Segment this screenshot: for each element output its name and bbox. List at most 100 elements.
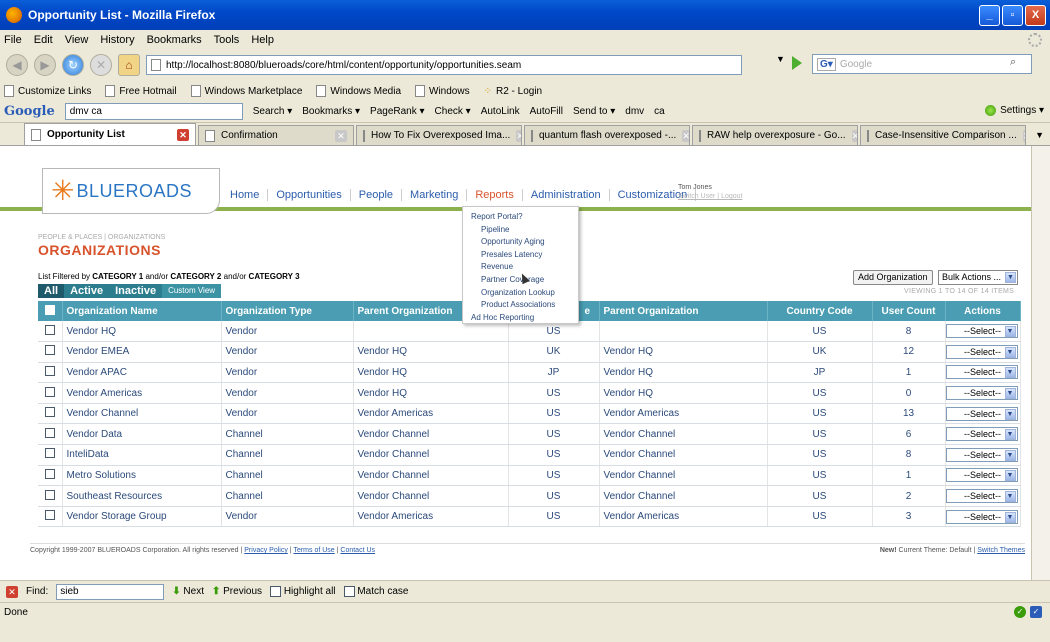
tab-close-icon[interactable]: ✕ (682, 129, 689, 142)
col-organization-type[interactable]: Organization Type (221, 301, 354, 321)
bookmark-free-hotmail[interactable]: Free Hotmail (105, 85, 177, 97)
table-row[interactable]: Vendor EMEA Vendor Vendor HQ UK Vendor HQ UK 1… (38, 341, 1021, 363)
bookmark-r2-login[interactable]: ⁘ R2 - Login (484, 86, 543, 97)
terms-of-use-link[interactable]: Terms of Use (293, 547, 334, 554)
row-checkbox[interactable] (44, 510, 55, 521)
switch-user-link[interactable]: Switch User (678, 193, 715, 200)
find-next-button[interactable]: ⬇ Next (172, 586, 204, 597)
filter-tab-active[interactable]: Active (64, 284, 109, 298)
google-bookmarks-button[interactable]: Bookmarks ▾ (302, 106, 360, 117)
row-action-select[interactable]: --Select-- ▼ (945, 447, 1018, 462)
tab-quantum-flash[interactable]: quantum flash overexposed -... ✕ (524, 125, 690, 145)
bookmark-windows[interactable]: Windows (415, 85, 470, 97)
autolink-button[interactable]: AutoLink (481, 106, 520, 117)
row-checkbox[interactable] (44, 324, 55, 335)
google-settings[interactable]: Settings ▾ (985, 105, 1044, 116)
close-window-button[interactable]: X (1025, 5, 1046, 26)
reports-menu-item[interactable]: Product Associations (471, 299, 578, 312)
table-row[interactable]: Vendor Channel Vendor Vendor Americas US Ven… (38, 403, 1021, 425)
row-checkbox[interactable] (44, 345, 55, 356)
table-row[interactable]: Southeast Resources Channel Vendor Channel… (38, 485, 1021, 507)
tab-case-insensitive[interactable]: Case-Insensitive Comparison ... ✕ (860, 125, 1026, 145)
home-icon[interactable]: ⌂ (118, 54, 140, 76)
reports-menu-item[interactable]: Ad Hoc Reporting (471, 312, 578, 325)
menu-view[interactable]: View (65, 34, 89, 46)
row-checkbox[interactable] (44, 427, 55, 438)
search-box[interactable]: G▾ Google (812, 54, 1032, 74)
highlight-all-button[interactable]: Highlight all (270, 585, 336, 597)
nav-reports[interactable]: Reports (467, 189, 523, 201)
tab-confirmation[interactable]: Confirmation ✕ (198, 125, 354, 145)
switch-themes-link[interactable]: Switch Themes (977, 547, 1025, 554)
row-action-select[interactable]: --Select-- ▼ (945, 324, 1018, 339)
table-row[interactable]: Metro Solutions Channel Vendor Channel US Ve… (38, 465, 1021, 487)
filter-tab-custom-view[interactable]: Custom View (162, 284, 222, 298)
tab-raw-help[interactable]: RAW help overexposure - Go... ✕ (692, 125, 858, 145)
blueroads-logo[interactable]: ✳ BLUEROADS (42, 168, 220, 214)
highlight-ca-button[interactable]: ca (654, 106, 665, 117)
bulk-actions-select[interactable]: Bulk Actions ... ▼ (938, 270, 1018, 285)
close-find-icon[interactable]: ✕ (6, 585, 18, 598)
row-checkbox[interactable] (44, 468, 55, 479)
reports-menu-item[interactable]: Report Portal? (471, 211, 578, 224)
tab-opportunity-list[interactable]: Opportunity List ✕ (24, 123, 196, 145)
url-bar[interactable]: http://localhost:8080/blueroads/core/htm… (146, 55, 742, 75)
reports-menu-item[interactable]: Organization Lookup (471, 287, 578, 300)
vertical-scrollbar[interactable] (1031, 146, 1050, 580)
menu-bookmarks[interactable]: Bookmarks (147, 34, 202, 46)
minimize-button[interactable]: _ (979, 5, 1000, 26)
row-action-select[interactable]: --Select-- ▼ (945, 489, 1018, 504)
table-row[interactable]: Vendor Americas Vendor Vendor HQ US Vendor H… (38, 382, 1021, 404)
match-case-checkbox[interactable]: Match case (343, 585, 408, 597)
table-row[interactable]: InteliData Channel Vendor Channel US Vendor … (38, 444, 1021, 466)
go-icon[interactable] (792, 56, 802, 70)
menu-history[interactable]: History (100, 34, 134, 46)
row-action-select[interactable]: --Select-- ▼ (945, 427, 1018, 442)
nav-opportunities[interactable]: Opportunities (268, 189, 351, 201)
tab-close-icon[interactable]: ✕ (335, 129, 347, 142)
select-all-checkbox[interactable] (44, 304, 55, 315)
privacy-policy-link[interactable]: Privacy Policy (244, 547, 288, 554)
bookmark-customize-links[interactable]: Customize Links (4, 85, 91, 97)
tab-how-to-fix[interactable]: How To Fix Overexposed Ima... ✕ (356, 125, 522, 145)
row-checkbox[interactable] (44, 365, 55, 376)
row-checkbox[interactable] (44, 489, 55, 500)
filter-tab-inactive[interactable]: Inactive (109, 284, 162, 298)
bookmark-windows-marketplace[interactable]: Windows Marketplace (190, 85, 302, 97)
col-organization-name[interactable]: Organization Name (62, 301, 222, 321)
restore-button[interactable]: ▫ (1002, 5, 1023, 26)
add-organization-button[interactable]: Add Organization (853, 270, 933, 285)
row-action-select[interactable]: --Select-- ▼ (945, 406, 1018, 421)
row-action-select[interactable]: --Select-- ▼ (945, 468, 1018, 483)
back-icon[interactable]: ◀ (6, 54, 28, 76)
reports-menu-item[interactable]: Presales Latency (471, 249, 578, 262)
status-check-icon[interactable]: ✓ (1030, 606, 1042, 618)
nav-administration[interactable]: Administration (523, 189, 610, 201)
tab-close-icon[interactable]: ✕ (1022, 129, 1025, 142)
nav-marketing[interactable]: Marketing (402, 189, 468, 201)
reload-icon[interactable]: ↻ (62, 54, 84, 76)
find-previous-button[interactable]: ⬆ Previous (212, 586, 262, 597)
tab-list-dropdown-icon[interactable]: ▼ (1035, 130, 1044, 140)
menu-edit[interactable]: Edit (34, 34, 53, 46)
contact-us-link[interactable]: Contact Us (340, 547, 375, 554)
col-user-count[interactable]: User Count (872, 301, 946, 321)
col-parent-organization-2[interactable]: Parent Organization (599, 301, 768, 321)
stop-icon[interactable]: ✕ (90, 54, 112, 76)
nav-home[interactable]: Home (222, 189, 269, 201)
logout-link[interactable]: Logout (721, 193, 742, 200)
bookmark-windows-media[interactable]: Windows Media (316, 85, 401, 97)
row-action-select[interactable]: --Select-- ▼ (945, 365, 1018, 380)
highlight-dmv-button[interactable]: dmv (625, 106, 644, 117)
menu-file[interactable]: File (4, 34, 22, 46)
col-country-code[interactable]: Country Code (767, 301, 873, 321)
forward-icon[interactable]: ▶ (34, 54, 56, 76)
table-row[interactable]: Vendor Storage Group Vendor Vendor America… (38, 506, 1021, 528)
find-input[interactable]: sieb (56, 583, 165, 600)
autofill-button[interactable]: AutoFill (530, 106, 563, 117)
row-checkbox[interactable] (44, 407, 55, 418)
table-row[interactable]: Vendor APAC Vendor Vendor HQ JP Vendor HQ JP 1… (38, 362, 1021, 384)
spell-check-button[interactable]: Check ▾ (435, 106, 471, 117)
url-dropdown-icon[interactable]: ▼ (776, 54, 790, 74)
tab-close-icon[interactable]: ✕ (516, 129, 521, 142)
